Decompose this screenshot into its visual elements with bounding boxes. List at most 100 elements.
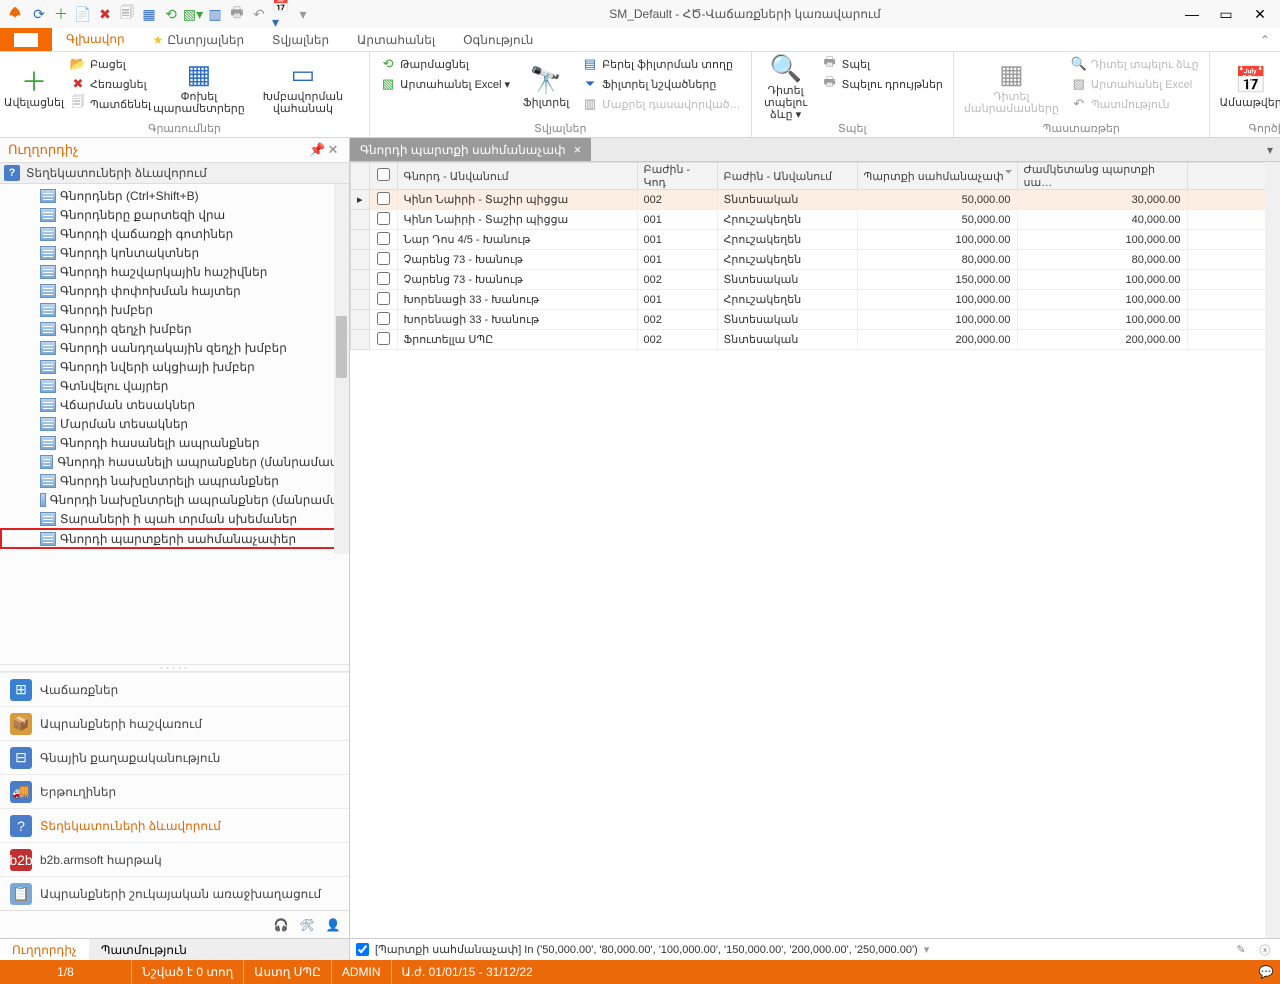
passport-history-button[interactable]: ↶Պատմություն bbox=[1067, 94, 1203, 114]
tree-item[interactable]: Գնորդի հասանելի ապրանքներ bbox=[0, 433, 349, 452]
table-row[interactable]: Չարենց 73 - Խանութ002Տնտեսական150,000.00… bbox=[351, 270, 1280, 290]
document-tabs-overflow[interactable]: ▾ bbox=[1260, 138, 1280, 161]
nav-section[interactable]: 📦Ապրանքների հաշվառում bbox=[0, 706, 349, 740]
add-button[interactable]: ＋ Ավելացնել bbox=[6, 54, 62, 120]
clear-sort-button[interactable]: ▥Մաքրել դասավորված… bbox=[578, 94, 745, 114]
print-button[interactable]: 🖶Տպել bbox=[818, 54, 947, 74]
tree-item[interactable]: Գնորդի կոնտակտներ bbox=[0, 243, 349, 262]
row-checkbox[interactable] bbox=[377, 332, 390, 345]
tree-item[interactable]: Գնորդի պարտքերի սահմանաչափեր bbox=[0, 528, 349, 549]
nav-section[interactable]: b2bb2b.armsoft հարթակ bbox=[0, 842, 349, 876]
qat-dates-icon[interactable]: 📅▾ bbox=[272, 5, 290, 23]
row-checkbox[interactable] bbox=[377, 232, 390, 245]
row-checkbox[interactable] bbox=[377, 212, 390, 225]
settings-icon[interactable]: 🛠 bbox=[297, 915, 317, 935]
tree-item[interactable]: Գնորդի փոփոխման հայտեր bbox=[0, 281, 349, 300]
filter-active-icon[interactable]: ⏷ bbox=[1005, 167, 1013, 178]
nav-section-header[interactable]: ? Տեղեկատուների ձևավորում bbox=[0, 162, 349, 184]
remove-button[interactable]: ✖Հեռացնել bbox=[66, 74, 155, 94]
grid-vertical-scrollbar[interactable] bbox=[1265, 162, 1280, 938]
nav-section[interactable]: ⊞Վաճառքներ bbox=[0, 672, 349, 706]
qat-delete-icon[interactable]: ✖ bbox=[96, 5, 114, 23]
table-row[interactable]: ▸Կինո Նաիրի - Տաշիր պիցցա002Տնտեսական50,… bbox=[351, 190, 1280, 210]
tab-favorites[interactable]: ★Ընտրյալներ bbox=[139, 28, 258, 51]
view-details-button[interactable]: ▦ Դիտել մանրամասները bbox=[960, 54, 1063, 120]
tree-item[interactable]: Գնորդի խմբեր bbox=[0, 300, 349, 319]
select-all-checkbox[interactable] bbox=[377, 168, 390, 181]
copy-button[interactable]: 🗐Պատճենել bbox=[66, 94, 155, 114]
navtab-history[interactable]: Պատմություն bbox=[89, 939, 199, 960]
tree-item[interactable]: Գնորդի սանդղակային զեղչի խմբեր bbox=[0, 338, 349, 357]
table-row[interactable]: Կինո Նաիրի - Տաշիր պիցցա001Հրուշակեղեն50… bbox=[351, 210, 1280, 230]
row-checkbox-cell[interactable] bbox=[369, 290, 397, 310]
qat-reload-icon[interactable]: ⟳ bbox=[30, 5, 48, 23]
nav-close-button[interactable]: ✕ bbox=[325, 142, 341, 158]
minimize-button[interactable]: — bbox=[1178, 4, 1206, 24]
row-checkbox[interactable] bbox=[377, 312, 390, 325]
tree-item[interactable]: Գնորդի հաշվարկային հաշիվներ bbox=[0, 262, 349, 281]
calendar-button[interactable]: 📅20 Ամսաթվեր bbox=[1216, 54, 1280, 120]
passport-view-form-button[interactable]: 🔍Դիտել տպելու ձևը bbox=[1067, 54, 1203, 74]
filter-enabled-checkbox[interactable] bbox=[356, 943, 369, 956]
table-row[interactable]: Խորենացի 33 - Խանութ001Հրուշակեղեն100,00… bbox=[351, 290, 1280, 310]
filter-button[interactable]: 🔭 Ֆիլտրել bbox=[518, 54, 574, 120]
col-limit[interactable]: Պարտքի սահմանաչափ⏷ bbox=[857, 163, 1017, 190]
tree-scrollbar[interactable] bbox=[334, 184, 349, 554]
qat-refresh-icon[interactable]: ⟲ bbox=[162, 5, 180, 23]
tree-item[interactable]: Գնորդի նվերի ակցիայի խմբեր bbox=[0, 357, 349, 376]
table-row[interactable]: Ֆրուտելլա ՍՊԸ002Տնտեսական200,000.00200,0… bbox=[351, 330, 1280, 350]
open-button[interactable]: 📂Բացել bbox=[66, 54, 155, 74]
col-overdue[interactable]: Ժամկետանց պարտքի սա… bbox=[1017, 163, 1187, 190]
qat-tile-icon[interactable]: ▥ bbox=[206, 5, 224, 23]
nav-section[interactable]: ?Տեղեկատուների ձևավորում bbox=[0, 808, 349, 842]
maximize-button[interactable]: ▭ bbox=[1212, 4, 1240, 24]
row-checkbox[interactable] bbox=[377, 292, 390, 305]
tree-item[interactable]: Գտնվելու վայրեր bbox=[0, 376, 349, 395]
print-settings-button[interactable]: 🖶Տպելու դրույթներ bbox=[818, 74, 947, 94]
document-tab-active[interactable]: Գնորդի պարտքի սահմանաչափ × bbox=[350, 138, 591, 161]
row-checkbox-cell[interactable] bbox=[369, 190, 397, 210]
close-button[interactable]: ✕ bbox=[1246, 4, 1274, 24]
col-div-name[interactable]: Բաժին - Անվանում bbox=[717, 163, 857, 190]
tree-item[interactable]: Գնորդի նախընտրելի ապրանքներ (մանրամաս bbox=[0, 490, 349, 509]
qat-overflow-icon[interactable]: ▾ bbox=[294, 5, 312, 23]
qat-undo-icon[interactable]: ↶ bbox=[250, 5, 268, 23]
clear-filter-button[interactable]: ▤Բերել ֆիլտրման տողը bbox=[578, 54, 745, 74]
tab-export[interactable]: Արտահանել bbox=[343, 28, 449, 51]
col-name[interactable]: Գնորդ - Անվանում bbox=[397, 163, 637, 190]
tree-item[interactable]: Գնորդի նախընտրելի ապրանքներ bbox=[0, 471, 349, 490]
tab-data[interactable]: Տվյալներ bbox=[258, 28, 343, 51]
tree-item[interactable]: Գնորդներ (Ctrl+Shift+B) bbox=[0, 186, 349, 205]
filter-marked-button[interactable]: ⏷Ֆիլտրել նշվածները bbox=[578, 74, 745, 94]
nav-pin-button[interactable]: 📌 bbox=[309, 142, 325, 158]
qat-excel-icon[interactable]: ▧▾ bbox=[184, 5, 202, 23]
row-checkbox-cell[interactable] bbox=[369, 330, 397, 350]
support-icon[interactable]: 🎧 bbox=[271, 915, 291, 935]
tab-help[interactable]: Օգնություն bbox=[449, 28, 547, 51]
file-menu-button[interactable] bbox=[0, 28, 52, 51]
tree-item[interactable]: Վճարման տեսակներ bbox=[0, 395, 349, 414]
table-row[interactable]: Չարենց 73 - Խանութ001Հրուշակեղեն80,000.0… bbox=[351, 250, 1280, 270]
row-checkbox-cell[interactable] bbox=[369, 230, 397, 250]
row-checkbox[interactable] bbox=[377, 192, 390, 205]
tree-item[interactable]: Գնորդի զեղչի խմբեր bbox=[0, 319, 349, 338]
navtab-navigator[interactable]: Ուղղորդիչ bbox=[0, 939, 89, 960]
row-checkbox-cell[interactable] bbox=[369, 210, 397, 230]
row-checkbox-cell[interactable] bbox=[369, 250, 397, 270]
table-row[interactable]: Խորենացի 33 - Խանութ002Տնտեսական100,000.… bbox=[351, 310, 1280, 330]
filter-edit-button[interactable]: ✎ bbox=[1232, 941, 1250, 959]
row-checkbox-cell[interactable] bbox=[369, 310, 397, 330]
nav-section[interactable]: 📋Ապրանքների շուկայական առաջխաղացում bbox=[0, 876, 349, 910]
qat-print-icon[interactable]: 🖶 bbox=[228, 5, 246, 23]
row-checkbox-cell[interactable] bbox=[369, 270, 397, 290]
group-panel-button[interactable]: ▭ Խմբավորման վահանակ bbox=[243, 54, 363, 120]
col-div-code[interactable]: Բաժին - Կոդ bbox=[637, 163, 717, 190]
tree-item[interactable]: Գնորդները քարտեզի վրա bbox=[0, 205, 349, 224]
user-icon[interactable]: 👤 bbox=[323, 915, 343, 935]
tree-item[interactable]: Տարաների ի պահ տրման սխեմաներ bbox=[0, 509, 349, 528]
qat-copy-icon[interactable]: 🗐 bbox=[118, 5, 136, 23]
qat-add-icon[interactable]: ＋ bbox=[52, 5, 70, 23]
nav-section[interactable]: ⊟Գնային քաղաքականություն bbox=[0, 740, 349, 774]
splitter-grip[interactable]: ･････ bbox=[0, 664, 349, 672]
status-chat-button[interactable]: 💬 bbox=[1252, 965, 1280, 979]
